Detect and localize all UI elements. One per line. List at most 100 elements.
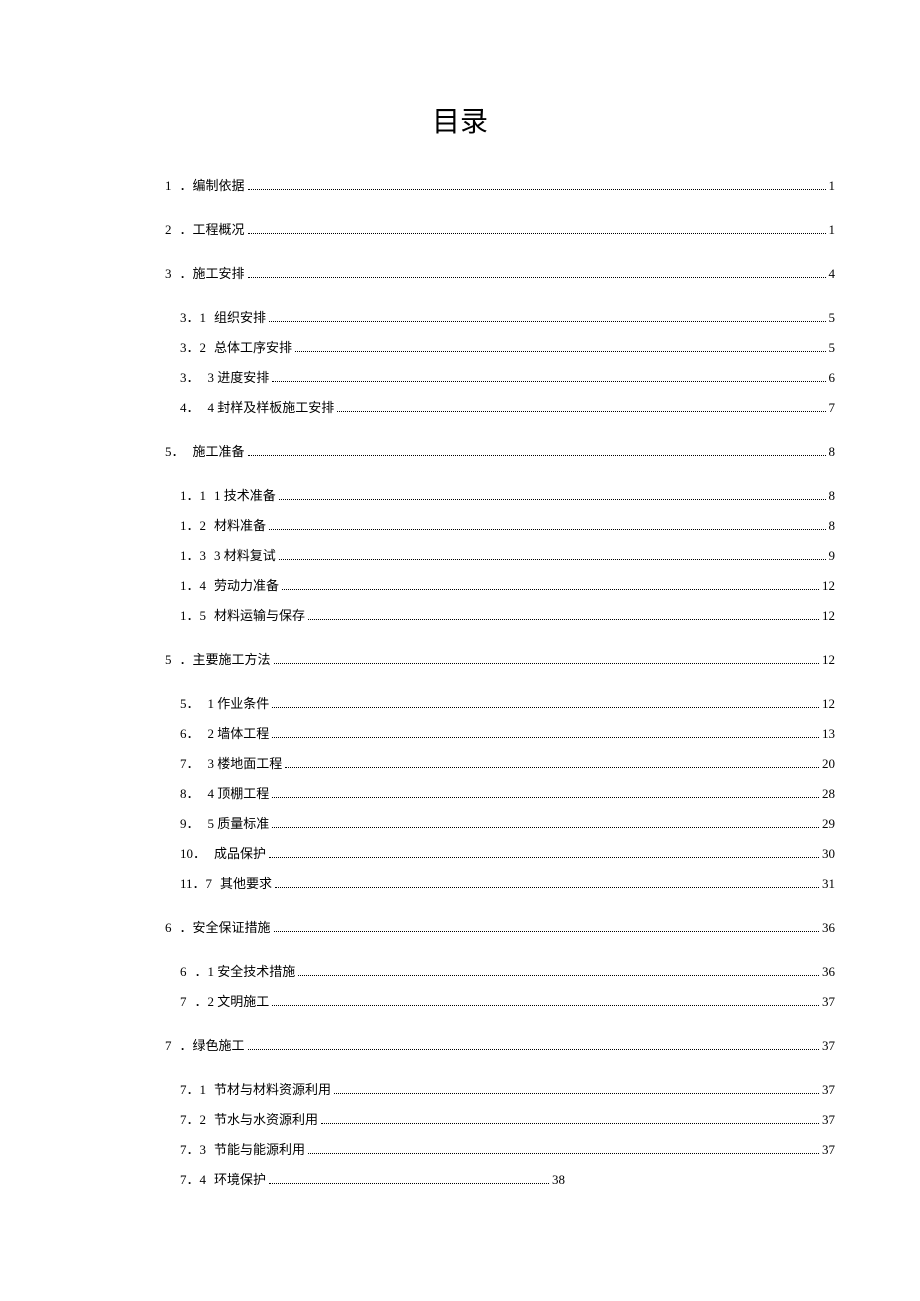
toc-leader-dots (275, 887, 819, 888)
toc-number: 1．5 (180, 605, 206, 624)
toc-leader-dots (248, 1049, 819, 1050)
toc-page-number: 28 (822, 786, 835, 802)
toc-label: 1 技术准备 (214, 485, 276, 504)
toc-number: 1 (165, 178, 172, 194)
toc-page-number: 7 (829, 400, 836, 416)
toc-page-number: 5 (829, 340, 836, 356)
toc-leader-dots (279, 499, 826, 500)
toc-number: 1．2 (180, 515, 206, 534)
toc-page-number: 37 (822, 994, 835, 1010)
toc-label: 1 作业条件 (208, 693, 270, 712)
toc-page-number: 30 (822, 846, 835, 862)
toc-page-number: 4 (829, 266, 836, 282)
toc-label: 3 材料复试 (214, 545, 276, 564)
toc-label: 成品保护 (214, 843, 266, 862)
toc-entry: 10．成品保护30 (180, 843, 835, 862)
toc-page-number: 8 (829, 444, 836, 460)
toc-page-number: 6 (829, 370, 836, 386)
toc-label: 4 顶棚工程 (208, 783, 270, 802)
table-of-contents: 1．编制依据12．工程概况13．施工安排43．1组织安排53．2总体工序安排53… (80, 175, 840, 1188)
toc-page-number: 29 (822, 816, 835, 832)
toc-page-number: 36 (822, 920, 835, 936)
toc-number: 3 (165, 266, 172, 282)
toc-number: 3．1 (180, 307, 206, 326)
toc-page-number: 38 (552, 1172, 565, 1188)
toc-leader-dots (308, 1153, 819, 1154)
toc-leader-dots (272, 381, 825, 382)
toc-leader-dots (269, 321, 825, 322)
toc-number: 1．1 (180, 485, 206, 504)
toc-label: 其他要求 (220, 873, 272, 892)
toc-number: 4． (180, 397, 200, 416)
toc-number: 6 (180, 964, 187, 980)
toc-number: 5． (165, 441, 185, 460)
toc-leader-dots (298, 975, 819, 976)
toc-leader-dots (334, 1093, 819, 1094)
toc-label: 2 墙体工程 (208, 723, 270, 742)
toc-number: 2 (165, 222, 172, 238)
toc-entry: 5． 1 作业条件 12 (180, 693, 835, 712)
toc-page-number: 12 (822, 696, 835, 712)
toc-leader-dots (282, 589, 819, 590)
toc-number: 7．2 (180, 1109, 206, 1128)
toc-entry: 1．33 材料复试9 (180, 545, 835, 564)
toc-entry: 7．3节能与能源利用37 (180, 1139, 835, 1158)
toc-entry: 8．4 顶棚工程28 (180, 783, 835, 802)
toc-entry: 7．2 节水与水资源利用 37 (180, 1109, 835, 1128)
toc-entry: 7．2 文明施工37 (180, 991, 835, 1010)
toc-entry: 4． 4 封样及样板施工安排 7 (180, 397, 835, 416)
toc-entry: 11．7其他要求31 (180, 873, 835, 892)
toc-leader-dots (337, 411, 825, 412)
toc-leader-dots (272, 1005, 819, 1006)
toc-page-number: 9 (829, 548, 836, 564)
toc-leader-dots (308, 619, 819, 620)
toc-label: 材料准备 (214, 515, 266, 534)
toc-label: 总体工序安排 (214, 337, 292, 356)
toc-entry: 7．4环境保护38 (180, 1169, 835, 1188)
toc-leader-dots (272, 827, 819, 828)
toc-leader-dots (269, 857, 819, 858)
toc-label: 劳动力准备 (214, 575, 279, 594)
toc-page-number: 37 (822, 1112, 835, 1128)
toc-number: 5． (180, 693, 200, 712)
toc-leader-dots (272, 707, 819, 708)
toc-label: 节水与水资源利用 (214, 1109, 318, 1128)
toc-leader-dots (295, 351, 825, 352)
toc-entry: 3．2总体工序安排5 (180, 337, 835, 356)
toc-page-number: 1 (829, 222, 836, 238)
toc-leader-dots (274, 663, 819, 664)
toc-label: ．2 文明施工 (195, 991, 270, 1010)
toc-entry: 9．5 质量标准29 (180, 813, 835, 832)
toc-page-number: 12 (822, 578, 835, 594)
toc-entry: 3．3 进度安排6 (180, 367, 835, 386)
toc-label: 4 封样及样板施工安排 (208, 397, 335, 416)
toc-page-number: 12 (822, 652, 835, 668)
toc-number: 7． (180, 753, 200, 772)
toc-number: 1．4 (180, 575, 206, 594)
toc-entry: 1．4 劳动力准备 12 (180, 575, 835, 594)
toc-label: ．1 安全技术措施 (195, 961, 296, 980)
toc-label: ．绿色施工 (180, 1035, 245, 1054)
toc-entry: 6．安全保证措施36 (165, 917, 835, 936)
toc-entry: 7．1节材与材料资源利用37 (180, 1079, 835, 1098)
toc-page-number: 8 (829, 488, 836, 504)
toc-label: ．施工安排 (180, 263, 245, 282)
toc-page-number: 5 (829, 310, 836, 326)
toc-entry: 7．3 楼地面工程20 (180, 753, 835, 772)
toc-leader-dots (272, 797, 819, 798)
toc-label: 节能与能源利用 (214, 1139, 305, 1158)
toc-leader-dots (321, 1123, 819, 1124)
toc-label: 组织安排 (214, 307, 266, 326)
toc-label: 5 质量标准 (208, 813, 270, 832)
toc-number: 7 (165, 1038, 172, 1054)
toc-label: 3 楼地面工程 (208, 753, 283, 772)
toc-page-number: 36 (822, 964, 835, 980)
toc-number: 6． (180, 723, 200, 742)
toc-page-number: 12 (822, 608, 835, 624)
toc-page-number: 1 (829, 178, 836, 194)
toc-number: 11．7 (180, 873, 212, 892)
toc-leader-dots (272, 737, 819, 738)
toc-label: ．安全保证措施 (180, 917, 271, 936)
toc-label: 施工准备 (193, 441, 245, 460)
page-title: 目录 (80, 100, 840, 140)
